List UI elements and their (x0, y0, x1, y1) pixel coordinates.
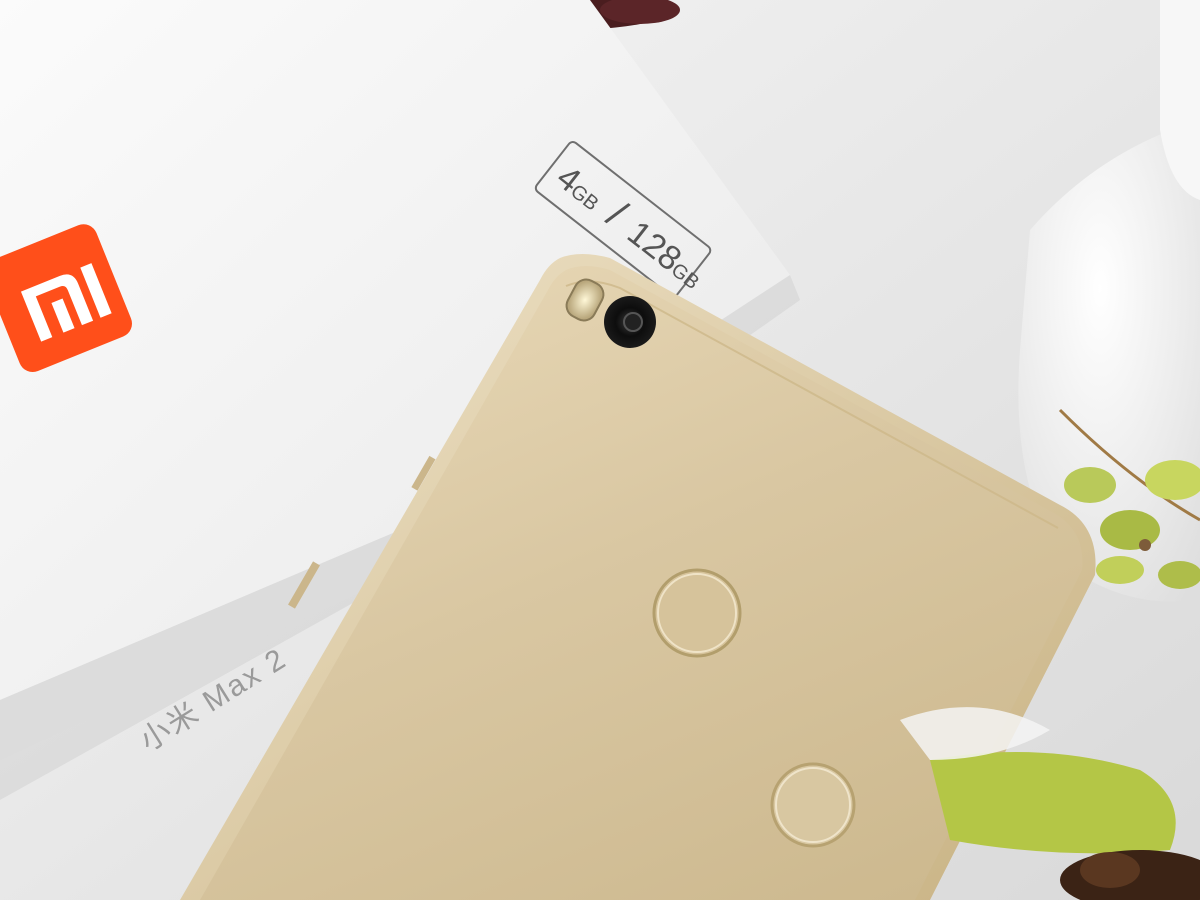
fingerprint-sensor-icon (652, 568, 742, 658)
product-photo: 4GB / 128GB 小米 Max 2 (0, 0, 1200, 900)
mug-pattern-leaf (1064, 467, 1116, 503)
reflection-ring-icon (770, 762, 856, 848)
photo-canvas: 4GB / 128GB 小米 Max 2 (0, 0, 1200, 900)
